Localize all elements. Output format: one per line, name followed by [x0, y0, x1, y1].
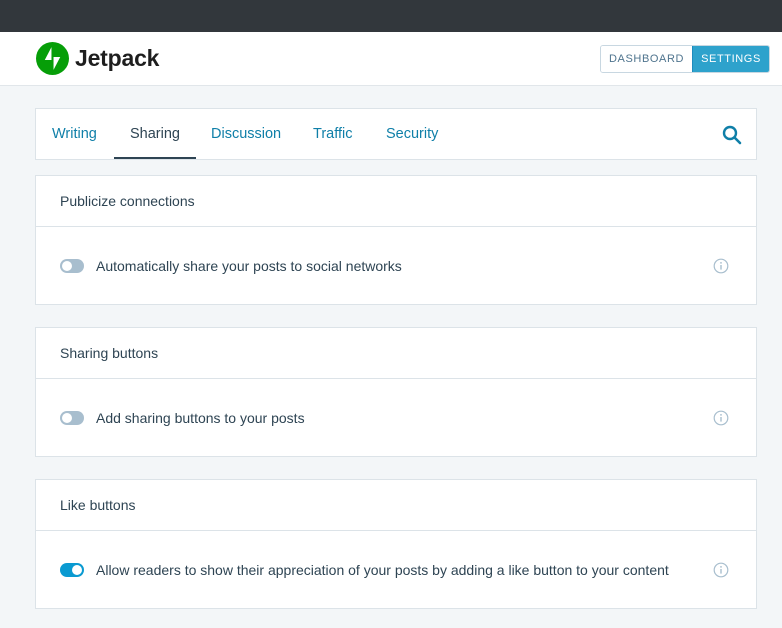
settings-tabs: Writing Sharing Discussion Traffic Secur…: [35, 108, 757, 160]
tab-discussion[interactable]: Discussion: [211, 109, 281, 159]
card-body: Allow readers to show their appreciation…: [36, 531, 756, 608]
sharing-buttons-card: Sharing buttons Add sharing buttons to y…: [35, 327, 757, 457]
option-label[interactable]: Allow readers to show their appreciation…: [96, 561, 669, 579]
toggle-knob: [72, 565, 82, 575]
card-title: Sharing buttons: [36, 328, 756, 379]
jetpack-logo-icon: [36, 42, 69, 75]
option-label[interactable]: Add sharing buttons to your posts: [96, 409, 305, 427]
toggle-knob: [62, 261, 72, 271]
card-body: Add sharing buttons to your posts: [36, 379, 756, 456]
sharing-buttons-toggle[interactable]: [60, 411, 84, 425]
toggle-knob: [62, 413, 72, 423]
tab-sharing[interactable]: Sharing: [130, 109, 180, 159]
search-icon[interactable]: [721, 124, 743, 146]
settings-button[interactable]: SETTINGS: [692, 46, 769, 72]
publicize-card: Publicize connections Automatically shar…: [35, 175, 757, 305]
tab-security[interactable]: Security: [386, 109, 438, 159]
info-icon[interactable]: [713, 562, 729, 578]
publicize-toggle[interactable]: [60, 259, 84, 273]
info-icon[interactable]: [713, 258, 729, 274]
info-icon[interactable]: [713, 410, 729, 426]
active-tab-indicator: [114, 157, 196, 159]
admin-bar: [0, 0, 782, 32]
brand-name: Jetpack: [75, 45, 160, 71]
like-buttons-toggle[interactable]: [60, 563, 84, 577]
tab-writing[interactable]: Writing: [52, 109, 97, 159]
card-title: Like buttons: [36, 480, 756, 531]
dashboard-button[interactable]: DASHBOARD: [601, 46, 693, 72]
option-label[interactable]: Automatically share your posts to social…: [96, 257, 402, 275]
card-body: Automatically share your posts to social…: [36, 227, 756, 304]
view-switcher: DASHBOARD SETTINGS: [600, 45, 770, 73]
card-title: Publicize connections: [36, 176, 756, 227]
like-buttons-card: Like buttons Allow readers to show their…: [35, 479, 757, 609]
tab-traffic[interactable]: Traffic: [313, 109, 352, 159]
